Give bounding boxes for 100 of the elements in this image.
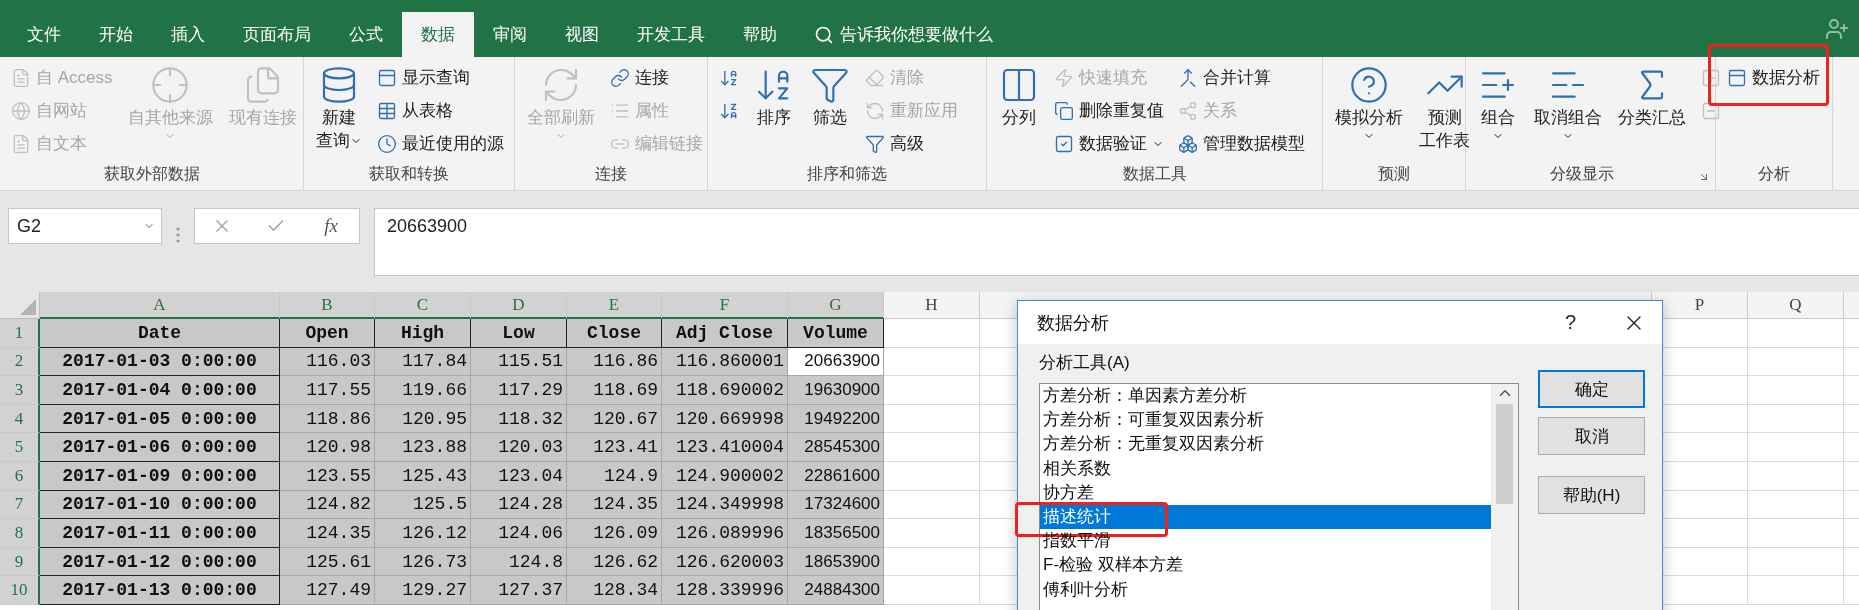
row-header[interactable]: 3	[0, 376, 40, 405]
list-item[interactable]: 相关系数	[1040, 456, 1491, 481]
ribbon-tab[interactable]: 审阅	[474, 12, 546, 57]
ribbon-tab[interactable]: 帮助	[724, 12, 796, 57]
row-header[interactable]: 6	[0, 461, 40, 491]
column-header[interactable]: D	[471, 292, 567, 319]
row-header[interactable]: 2	[0, 347, 40, 377]
table-cell: 123.410004	[662, 433, 788, 462]
ribbon-tab[interactable]: 开发工具	[618, 12, 724, 57]
list-item[interactable]: 协方差	[1040, 480, 1491, 505]
column-header[interactable]: A	[40, 292, 280, 319]
group-label: 数据工具	[1121, 164, 1188, 184]
ribbon-button[interactable]: 从表格	[374, 96, 507, 125]
ribbon-button[interactable]: 筛选	[806, 63, 854, 130]
ribbon-button[interactable]: 取消组合	[1530, 63, 1606, 144]
table-cell: 124.9	[567, 461, 662, 491]
list-item[interactable]: 傅利叶分析	[1040, 577, 1491, 602]
ribbon-button[interactable]: 合并计算	[1175, 63, 1308, 92]
ribbon-button[interactable]: 管理数据模型	[1175, 129, 1308, 158]
ribbon-tab[interactable]: 数据	[402, 12, 474, 57]
ribbon-button[interactable]: 高级	[862, 129, 961, 158]
row-header[interactable]: 8	[0, 519, 40, 548]
table-cell: 124.8	[471, 547, 567, 577]
column-header[interactable]: H	[884, 292, 980, 319]
help-button[interactable]: ?	[1560, 311, 1580, 334]
column-header[interactable]: F	[662, 292, 788, 319]
dialog-button[interactable]: 取消	[1538, 417, 1645, 455]
table-cell: 117.84	[375, 347, 471, 377]
table-cell: 116.03	[280, 347, 375, 377]
table-cell: 129.27	[375, 576, 471, 605]
list-item[interactable]: 描述统计	[1040, 504, 1491, 530]
table-cell: 126.73	[375, 547, 471, 577]
group-label: 预测	[1377, 164, 1411, 184]
table-cell: 126.12	[375, 519, 471, 548]
dialog-button[interactable]: 帮助(H)	[1538, 476, 1645, 514]
table-cell: 19492200	[788, 404, 884, 434]
table-cell: 20663900	[788, 347, 884, 377]
list-item[interactable]: F-检验 双样本方差	[1040, 553, 1491, 578]
row-header[interactable]: 1	[0, 319, 40, 348]
ribbon-tab[interactable]: 页面布局	[224, 12, 330, 57]
ribbon-button[interactable]: 分列	[995, 63, 1043, 130]
column-title: Low	[471, 319, 567, 348]
ribbon-button[interactable]: 新建 查询	[312, 63, 366, 153]
ribbon-button[interactable]: 排序	[750, 63, 798, 130]
search-field[interactable]: 告诉我你想要做什么	[810, 12, 997, 57]
table-cell: 117.29	[471, 376, 567, 405]
row-header[interactable]: 5	[0, 433, 40, 462]
list-item[interactable]: 方差分析：无重复双因素分析	[1040, 432, 1491, 457]
table-cell: 120.95	[375, 404, 471, 434]
column-title: Adj Close	[662, 319, 788, 348]
group-label: 分析	[1757, 164, 1791, 184]
insert-function-button[interactable]: fx	[320, 215, 342, 237]
row-header[interactable]: 7	[0, 490, 40, 520]
ribbon-button[interactable]: 显示查询	[374, 63, 507, 92]
ribbon-tab[interactable]: 文件	[8, 12, 80, 57]
group-label: 获取外部数据	[102, 164, 201, 184]
group-label: 分级显示	[1548, 164, 1615, 184]
row-header[interactable]: 4	[0, 404, 40, 434]
table-cell: 126.09	[567, 519, 662, 548]
column-header[interactable]: E	[567, 292, 662, 319]
list-item[interactable]: 指数平滑	[1040, 529, 1491, 554]
table-cell: 124.35	[280, 519, 375, 548]
table-cell: 127.37	[471, 576, 567, 605]
list-item[interactable]: 方差分析：可重复双因素分析	[1040, 408, 1491, 433]
column-title: Volume	[788, 319, 884, 348]
dialog-button[interactable]: 确定	[1538, 370, 1645, 408]
table-cell: 17324600	[788, 490, 884, 520]
table-cell: 128.34	[567, 576, 662, 605]
column-header[interactable]: P	[1652, 292, 1748, 319]
group-label: 获取和转换	[368, 164, 450, 184]
ribbon-button[interactable]: 分类汇总	[1614, 63, 1690, 130]
table-cell: 124.349998	[662, 490, 788, 520]
table-cell: 19630900	[788, 376, 884, 405]
list-label: 分析工具(A)	[1039, 352, 1131, 374]
ribbon-tab[interactable]: 开始	[80, 12, 152, 57]
ribbon-button[interactable]: 预测 工作表	[1415, 63, 1474, 153]
formula-field[interactable]: 20663900	[374, 208, 1859, 276]
column-header[interactable]: Q	[1748, 292, 1844, 319]
ribbon-button[interactable]: 组合	[1474, 63, 1522, 144]
table-cell: 126.620003	[662, 547, 788, 577]
table-cell: 2017-01-05 0:00:00	[40, 404, 280, 434]
ribbon-button[interactable]: 连接	[607, 63, 706, 92]
column-header[interactable]: B	[280, 292, 375, 319]
ribbon-button[interactable]: 删除重复值	[1051, 96, 1167, 125]
table-cell: 24884300	[788, 576, 884, 605]
name-box[interactable]: G2	[8, 208, 162, 244]
ribbon-button[interactable]: 最近使用的源	[374, 129, 507, 158]
ribbon-button[interactable]: 数据分析	[1724, 63, 1823, 92]
table-cell: 2017-01-04 0:00:00	[40, 376, 280, 405]
list-item[interactable]: 方差分析：单因素方差分析	[1040, 384, 1491, 409]
ribbon-tab[interactable]: 插入	[152, 12, 224, 57]
column-header[interactable]: C	[375, 292, 471, 319]
row-header[interactable]: 9	[0, 547, 40, 577]
ribbon-button[interactable]: 数据验证	[1051, 129, 1167, 158]
table-cell: 124.28	[471, 490, 567, 520]
ribbon-tab[interactable]: 视图	[546, 12, 618, 57]
ribbon-tab[interactable]: 公式	[330, 12, 402, 57]
row-header[interactable]: 10	[0, 576, 40, 605]
ribbon-button[interactable]: 模拟分析	[1331, 63, 1407, 144]
column-header[interactable]: G	[788, 292, 884, 319]
